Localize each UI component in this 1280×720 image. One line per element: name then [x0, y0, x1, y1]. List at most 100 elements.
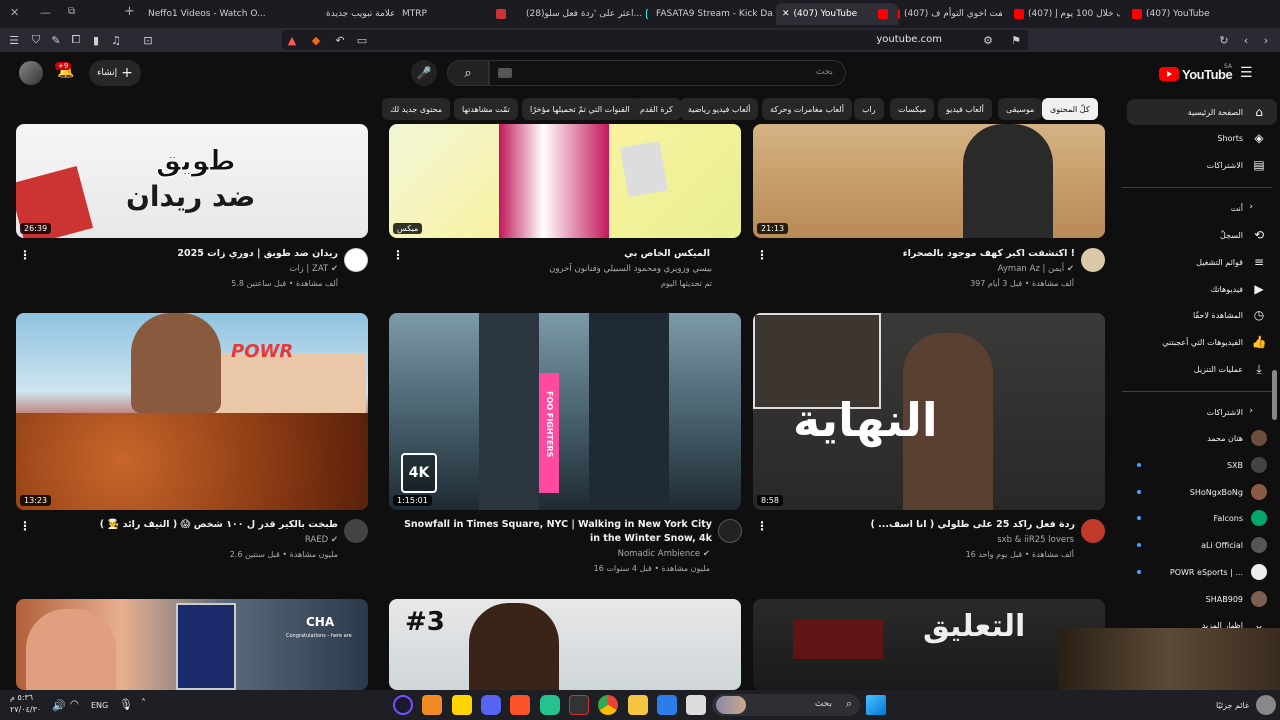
app-icon[interactable] — [422, 695, 442, 715]
chip[interactable]: راب — [854, 98, 884, 120]
new-tab-icon[interactable]: + — [124, 4, 135, 19]
video-thumbnail[interactable]: FOO FIGHTERS 4K 1:15:01 — [389, 313, 741, 510]
browser-tab[interactable]: MTRP — [396, 3, 516, 25]
weather-text[interactable]: غائم جزئيًا — [1216, 701, 1249, 710]
bookmark-icon[interactable]: ⚑ — [1008, 32, 1024, 48]
chip[interactable]: تمّت مشاهدتها — [454, 98, 518, 120]
browser-tab-active[interactable]: ✕ (407) YouTube — [776, 3, 898, 25]
video-channel[interactable]: Ayman Az | أيمن ✔ — [998, 264, 1074, 274]
sidebar-sub-item[interactable]: Falcons — [1127, 505, 1277, 531]
more-actions-icon[interactable]: ⋮ — [756, 519, 768, 533]
browser-tab[interactable]: Neffo1 Videos - Watch O... — [142, 3, 268, 25]
sidebar-subs-heading[interactable]: الاشتراكات › — [1127, 399, 1277, 425]
video-channel[interactable]: Nomadic Ambience ✔ — [618, 549, 710, 559]
channel-avatar[interactable] — [1081, 248, 1105, 272]
youtube-logo[interactable]: YouTube — [1159, 65, 1233, 83]
sidebar-item-home[interactable]: الصفحة الرئيسية ⌂ — [1127, 99, 1277, 125]
brave-shield-icon[interactable]: ▲ — [284, 32, 300, 48]
video-title[interactable]: طبخت بالكير قدر ل ١٠٠ شخص 😱 ( التيف رائد… — [40, 518, 338, 532]
sidebar-item-liked[interactable]: الفيديوهات التي أعجبتني 👍 — [1127, 329, 1277, 355]
video-thumbnail[interactable]: النهاية 8:58 — [753, 313, 1105, 510]
forward-icon[interactable]: › — [1258, 32, 1274, 48]
more-actions-icon[interactable]: ⋮ — [756, 248, 768, 262]
sidebar-you-heading[interactable]: أنت › — [1127, 195, 1277, 221]
search-input[interactable]: بحث — [489, 60, 846, 86]
browser-tab[interactable]: (407) YouTube — [1122, 3, 1252, 25]
app-icon[interactable] — [393, 695, 413, 715]
video-title[interactable]: ريدان ضد طويق | دوري زات 2025 — [40, 247, 338, 261]
browser-tab[interactable]: FASATA9 Stream - Kick Da... — [650, 3, 774, 25]
extensions-icon[interactable]: ⧠ — [68, 32, 84, 48]
app-icon[interactable] — [569, 695, 589, 715]
voice-search-icon[interactable]: 🎤 — [411, 60, 437, 86]
sidebar-item-playlists[interactable]: قوائم التشغيل ≡ — [1127, 249, 1277, 275]
video-title[interactable]: Snowfall in Times Square, NYC | Walking … — [400, 518, 712, 546]
restore-window-icon[interactable]: ⧉ — [68, 6, 75, 17]
close-tab-icon[interactable]: ✕ — [782, 9, 790, 19]
video-channel[interactable]: sxb & iiR25 lovers — [997, 535, 1074, 545]
channel-avatar[interactable] — [1081, 519, 1105, 543]
reload-icon[interactable]: ↻ — [1216, 32, 1232, 48]
chip[interactable]: كرة القدم — [632, 98, 681, 120]
chip-all[interactable]: كلّ المحتوى — [1042, 98, 1098, 120]
chip[interactable]: موسيقى — [998, 98, 1043, 120]
chrome-icon[interactable] — [598, 695, 618, 715]
taskbar-search[interactable]: بحث ⌕ — [712, 694, 860, 716]
task-view-icon[interactable] — [686, 695, 706, 715]
channel-avatar[interactable] — [718, 519, 742, 543]
page-scrollbar[interactable] — [1272, 370, 1277, 420]
reader-icon[interactable]: ▭ — [354, 32, 370, 48]
video-thumbnail[interactable]: 21:13 — [753, 124, 1105, 238]
sidebar-item-watch-later[interactable]: المشاهدة لاحقًا ◷ — [1127, 302, 1277, 328]
app-icon[interactable] — [540, 695, 560, 715]
account-avatar[interactable] — [19, 61, 43, 85]
keyboard-icon[interactable] — [498, 68, 512, 78]
weather-icon[interactable] — [1256, 695, 1276, 715]
sidebar-item-shorts[interactable]: Shorts ◈ — [1127, 125, 1277, 151]
sidebar-sub-item[interactable]: POWR eSports | ... — [1127, 559, 1277, 585]
share-icon[interactable]: ↶ — [332, 32, 348, 48]
video-thumbnail[interactable]: طويق ضد ريدان 26:39 — [16, 124, 368, 238]
video-channel[interactable]: بيسي وزويري ومحمود السبيلي وفنانون آخرون — [549, 264, 712, 274]
wifi-icon[interactable]: ◠ — [70, 699, 79, 710]
create-button[interactable]: إنشاء + — [89, 60, 141, 86]
sidebar-sub-item[interactable]: SXB — [1127, 452, 1277, 478]
chip[interactable]: محتوى جديد لك — [382, 98, 451, 120]
video-channel[interactable]: زات | ZAT ✔ — [289, 264, 338, 274]
app-icon[interactable] — [657, 695, 677, 715]
channel-avatar[interactable] — [344, 519, 368, 543]
more-actions-icon[interactable]: ⋮ — [392, 248, 404, 262]
mic-icon[interactable]: 🎙 — [119, 698, 133, 711]
sidebar-sub-item[interactable]: SHoNgxBoNg — [1127, 479, 1277, 505]
back-icon[interactable]: ‹ — [1238, 32, 1254, 48]
channel-avatar[interactable] — [344, 248, 368, 272]
sidebar-sub-item[interactable]: هتان محمد — [1127, 425, 1277, 451]
more-actions-icon[interactable]: ⋮ — [19, 248, 31, 262]
sidebar-icon[interactable]: ▮ — [88, 32, 104, 48]
chip[interactable]: ألعاب مغامرات وحركة — [762, 98, 852, 120]
video-title[interactable]: ردة فعل راكد 25 على طلولي ( انا اسف... ) — [780, 518, 1075, 532]
shield-icon[interactable]: ⛉ — [28, 32, 44, 48]
sidebar-sub-item[interactable]: SHAB909 — [1127, 586, 1277, 612]
brave-rewards-icon[interactable]: ◆ — [308, 32, 324, 48]
sidebar-item-history[interactable]: السجلّ ⟲ — [1127, 222, 1277, 248]
chevron-up-icon[interactable]: ˄ — [141, 698, 146, 709]
more-actions-icon[interactable]: ⋮ — [19, 519, 31, 533]
customize-icon[interactable]: ✎ — [48, 32, 64, 48]
file-explorer-icon[interactable] — [628, 695, 648, 715]
close-window-icon[interactable]: ✕ — [10, 6, 19, 19]
video-channel[interactable]: RAED ✔ — [305, 535, 338, 545]
video-thumbnail[interactable]: CHA Congratulations - here are — [16, 599, 368, 690]
app-icon[interactable] — [452, 695, 472, 715]
brave-icon[interactable] — [510, 695, 530, 715]
menu-icon[interactable]: ☰ — [6, 32, 22, 48]
language-indicator[interactable]: ENG — [91, 701, 108, 710]
volume-icon[interactable]: 🔊 — [52, 699, 66, 712]
guide-menu-icon[interactable]: ☰ — [1240, 65, 1253, 81]
sidebar-item-your-videos[interactable]: فيديوهاتك ▶ — [1127, 276, 1277, 302]
site-settings-icon[interactable]: ⚙ — [980, 32, 996, 48]
address-bar[interactable]: ▲ ◆ ↶ ▭ youtube.com ⚙ — [282, 30, 1028, 50]
browser-tab[interactable]: (407) خطفت اخوي التوأم ف... — [880, 3, 1002, 25]
start-menu-icon[interactable] — [866, 695, 886, 715]
video-thumbnail[interactable]: #3 — [389, 599, 741, 690]
